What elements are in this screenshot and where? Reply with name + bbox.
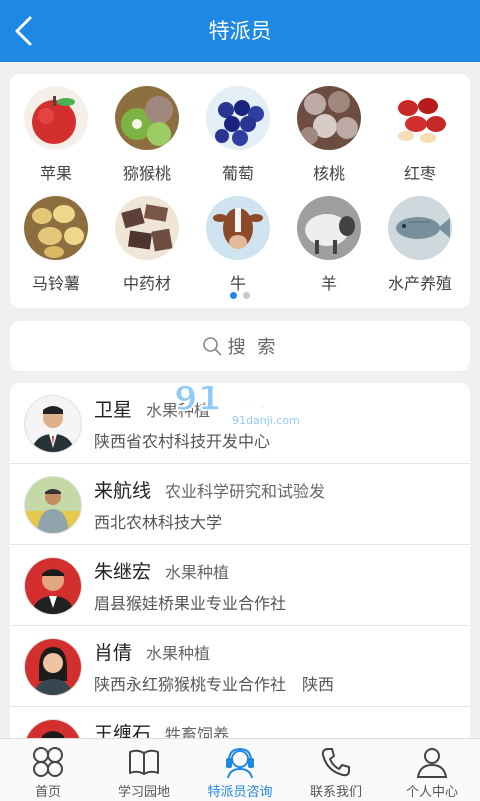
phone-icon — [321, 748, 350, 777]
category-label: 猕猴桃 — [122, 164, 171, 183]
watermark-logo: 91 游戏 91danji.com — [172, 374, 308, 430]
tab-label: 联系我们 — [309, 785, 362, 800]
jujube-image — [388, 86, 452, 150]
expert-name-line: 肖倩 水果种植 — [94, 638, 210, 665]
avatar — [24, 638, 82, 696]
expert-organization: 眉县猴娃桥果业专业合作社 — [94, 594, 287, 613]
cattle-image — [206, 196, 270, 260]
category-sheep[interactable]: 羊 — [283, 196, 375, 294]
expert-name-line: 朱继宏 水果种植 — [94, 557, 229, 584]
category-grape[interactable]: 葡萄 — [192, 86, 284, 184]
carousel-dot[interactable] — [243, 292, 250, 299]
category-apple[interactable]: 苹果 — [10, 86, 102, 184]
expert-name: 来航线 — [94, 480, 152, 502]
category-kiwi[interactable]: 猕猴桃 — [101, 86, 193, 184]
fish-image — [388, 196, 452, 260]
category-label: 牛 — [229, 274, 246, 293]
home-grid-icon — [33, 747, 63, 777]
expert-row[interactable]: 肖倩 水果种植 陕西永红猕猴桃专业合作社 陕西 — [10, 626, 470, 707]
expert-row[interactable]: 朱继宏 水果种植 眉县猴娃桥果业专业合作社 — [10, 545, 470, 626]
book-icon — [129, 749, 159, 775]
tab-profile[interactable]: 个人中心 — [384, 739, 480, 801]
category-label: 水产养殖 — [387, 274, 452, 293]
app-header: 特派员 — [0, 0, 480, 62]
category-label: 核桃 — [312, 164, 345, 183]
tab-label: 特派员咨询 — [207, 785, 273, 800]
tab-consult[interactable]: 特派员咨询 — [192, 739, 288, 801]
expert-name: 肖倩 — [94, 642, 133, 664]
avatar — [24, 557, 82, 615]
tab-label: 学习园地 — [117, 785, 170, 800]
expert-field: 水果种植 — [146, 644, 211, 663]
category-walnut[interactable]: 核桃 — [283, 86, 375, 184]
person-icon — [416, 748, 448, 778]
expert-row[interactable]: 来航线 农业科学研究和试验发 西北农林科技大学 — [10, 464, 470, 545]
avatar — [24, 395, 82, 453]
tab-study[interactable]: 学习园地 — [96, 739, 192, 801]
expert-organization: 陕西省农村科技开发中心 — [94, 432, 271, 451]
category-label: 苹果 — [39, 164, 72, 183]
category-aquaculture[interactable]: 水产养殖 — [374, 196, 466, 294]
avatar — [24, 476, 82, 534]
expert-name: 卫星 — [94, 399, 133, 421]
kiwi-image — [115, 86, 179, 150]
category-label: 中药材 — [122, 274, 171, 293]
tab-label: 个人中心 — [405, 785, 458, 800]
search-icon — [202, 337, 221, 356]
svg-text:游戏: 游戏 — [218, 384, 266, 412]
category-label: 马铃薯 — [31, 274, 80, 293]
grape-image — [206, 86, 270, 150]
category-potato[interactable]: 马铃薯 — [10, 196, 102, 294]
search-placeholder: 搜 索 — [227, 337, 279, 358]
expert-field: 农业科学研究和试验发 — [165, 482, 326, 501]
expert-organization: 西北农林科技大学 — [94, 513, 223, 532]
svg-text:91: 91 — [174, 379, 221, 419]
expert-name-line: 来航线 农业科学研究和试验发 — [94, 476, 325, 503]
walnut-image — [297, 86, 361, 150]
expert-list: 卫星水果种植 陕西省农村科技开发中心 来航线 农业科学研究和试验发 西北农林科技大… — [10, 383, 470, 743]
tab-label: 首页 — [34, 785, 61, 800]
bottom-tab-bar: 首页 学习园地 特派员咨询 联系我们 个人中心 — [0, 738, 480, 801]
tab-home[interactable]: 首页 — [0, 739, 96, 801]
potato-image — [24, 196, 88, 260]
category-label: 羊 — [320, 274, 337, 293]
apple-image — [24, 86, 88, 150]
category-herbal-medicine[interactable]: 中药材 — [101, 196, 193, 294]
page-title: 特派员 — [208, 19, 272, 43]
tab-contact[interactable]: 联系我们 — [288, 739, 384, 801]
search-bar[interactable]: 搜 索 — [10, 321, 470, 371]
expert-field: 水果种植 — [165, 563, 230, 582]
herbal-medicine-image — [115, 196, 179, 260]
category-cattle[interactable]: 牛 — [192, 196, 284, 294]
carousel-dot[interactable] — [230, 292, 237, 299]
expert-name: 朱继宏 — [94, 561, 152, 583]
category-jujube[interactable]: 红枣 — [374, 86, 466, 184]
headset-icon — [226, 747, 254, 779]
expert-organization: 陕西永红猕猴桃专业合作社 陕西 — [94, 675, 335, 694]
sheep-image — [297, 196, 361, 260]
carousel-indicator — [10, 292, 470, 299]
category-label: 红枣 — [403, 164, 436, 183]
category-grid: 苹果 猕猴桃 葡萄 核桃 红枣 马铃薯 中药材 牛 羊 水产养殖 — [10, 74, 470, 308]
svg-text:91danji.com: 91danji.com — [232, 414, 300, 427]
category-label: 葡萄 — [221, 164, 254, 183]
